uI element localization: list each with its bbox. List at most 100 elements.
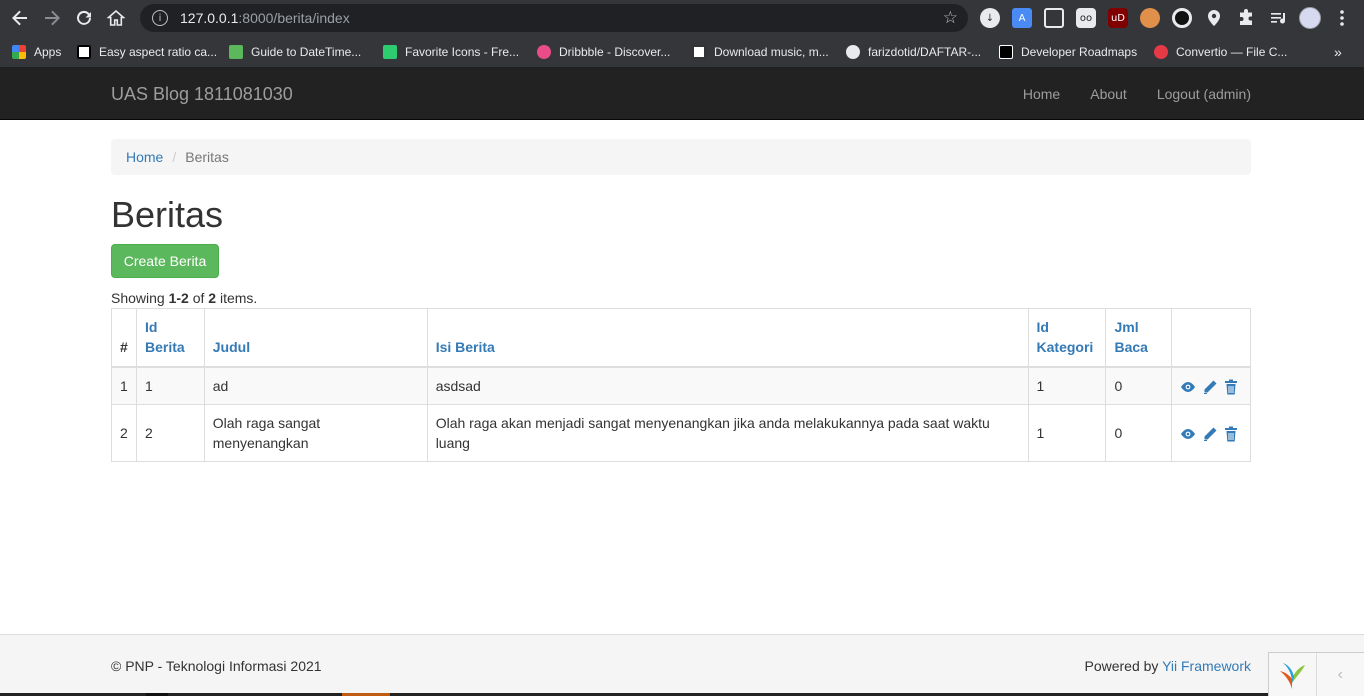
bookmark-datetime[interactable]: Guide to DateTime... xyxy=(229,44,383,59)
bookmark-convertio[interactable]: Convertio — File C... xyxy=(1154,44,1324,59)
cell-id-berita: 1 xyxy=(135,366,205,405)
address-bar[interactable]: i 127.0.0.1:8000/berita/index ☆ xyxy=(140,4,968,32)
roadmap-icon xyxy=(999,44,1013,59)
header-text: Baca xyxy=(1114,339,1148,356)
cell-id-kategori: 1 xyxy=(1027,403,1107,462)
ublock-extension-icon[interactable]: uD xyxy=(1108,8,1128,28)
bookmark-label: Apps xyxy=(34,44,62,59)
circle-extension-icon[interactable] xyxy=(1172,8,1192,28)
bookmark-label: Developer Roadmaps xyxy=(1021,44,1138,59)
url-path: :8000/berita/index xyxy=(238,10,350,26)
media-queue-icon[interactable] xyxy=(1268,8,1288,28)
bookmarks-bar: Apps Easy aspect ratio ca... Guide to Da… xyxy=(0,36,1364,68)
bookmark-label: farizdotid/DAFTAR-... xyxy=(868,44,982,59)
bookmark-label: Dribbble - Discover... xyxy=(559,44,671,59)
table-row: 2 2 Olah raga sangat menyenangkan Olah r… xyxy=(111,403,1251,462)
page-footer: © PNP - Teknologi Informasi 2021 Powered… xyxy=(0,634,1364,696)
site-brand[interactable]: UAS Blog 1811081030 xyxy=(111,84,293,105)
bookmark-aspect-ratio[interactable]: Easy aspect ratio ca... xyxy=(77,44,229,59)
bookmark-label: Favorite Icons - Fre... xyxy=(405,44,520,59)
view-eye-icon[interactable] xyxy=(1180,426,1198,442)
apps-grid-icon xyxy=(12,44,26,59)
col-judul-header[interactable]: Judul xyxy=(203,308,428,368)
bookmark-favorite-icons[interactable]: Favorite Icons - Fre... xyxy=(383,44,537,59)
delete-trash-icon[interactable] xyxy=(1224,379,1242,395)
col-number-header: # xyxy=(111,308,137,368)
summary-mid: of xyxy=(188,290,209,306)
back-icon[interactable] xyxy=(6,4,34,32)
nav-logout-link[interactable]: Logout (admin) xyxy=(1157,86,1251,102)
bookmark-star-icon[interactable]: ☆ xyxy=(943,8,958,28)
bookmark-download-music[interactable]: Download music, m... xyxy=(692,44,846,59)
favicon-icon xyxy=(383,44,397,59)
nav-home-link[interactable]: Home xyxy=(1023,86,1060,102)
cell-id-berita: 2 xyxy=(135,403,205,462)
table-header-row: # Id Berita Judul Isi Berita Id Kategori J… xyxy=(111,308,1251,368)
create-berita-button[interactable]: Create Berita xyxy=(111,244,219,278)
bookmark-roadmaps[interactable]: Developer Roadmaps xyxy=(999,44,1154,59)
summary-total: 2 xyxy=(208,290,217,306)
header-text: Jml xyxy=(1114,319,1139,336)
sort-isi-berita-link[interactable]: Isi Berita xyxy=(436,339,495,355)
url-host: 127.0.0.1 xyxy=(180,10,239,26)
bookmarks-overflow-icon[interactable]: » xyxy=(1334,44,1342,60)
breadcrumb-current: Beritas xyxy=(185,149,229,165)
chevron-left-icon[interactable]: ‹ xyxy=(1317,653,1364,696)
sort-id-berita-link[interactable]: Id Berita xyxy=(145,319,185,355)
yii-debug-toolbar: ‹ xyxy=(1268,652,1364,696)
cell-number: 2 xyxy=(111,403,137,462)
forward-icon[interactable] xyxy=(38,4,66,32)
cell-judul: ad xyxy=(203,366,428,405)
reload-icon[interactable] xyxy=(70,4,98,32)
yii-framework-link[interactable]: Yii Framework xyxy=(1162,658,1251,674)
cell-actions xyxy=(1171,403,1251,462)
page-title: Beritas xyxy=(111,194,224,235)
sort-id-kategori-link[interactable]: Id Kategori xyxy=(1037,319,1094,355)
convertio-icon xyxy=(1154,44,1168,59)
cell-jml-baca: 0 xyxy=(1105,366,1173,405)
bookmark-dribbble[interactable]: Dribbble - Discover... xyxy=(537,44,692,59)
monitor-icon xyxy=(692,44,706,59)
header-text: Kategori xyxy=(1036,339,1094,356)
cookie-extension-icon[interactable] xyxy=(1140,8,1160,28)
translate-extension-icon[interactable]: A xyxy=(1012,8,1032,28)
delete-trash-icon[interactable] xyxy=(1224,426,1242,442)
bookmark-label: Convertio — File C... xyxy=(1176,44,1288,59)
edit-pencil-icon[interactable] xyxy=(1202,426,1220,442)
breadcrumb: Home / Beritas xyxy=(111,139,1251,175)
cell-id-kategori: 1 xyxy=(1027,366,1107,405)
sort-jml-baca-link[interactable]: Jml Baca xyxy=(1114,319,1147,355)
col-id-kategori-header[interactable]: Id Kategori xyxy=(1027,308,1107,368)
profile-avatar[interactable] xyxy=(1299,7,1321,29)
bookmark-apps[interactable]: Apps xyxy=(12,44,77,59)
col-jml-baca-header[interactable]: Jml Baca xyxy=(1105,308,1173,368)
edit-pencil-icon[interactable] xyxy=(1202,379,1220,395)
nav-about-link[interactable]: About xyxy=(1090,86,1127,102)
breadcrumb-home-link[interactable]: Home xyxy=(126,149,163,165)
dribbble-icon xyxy=(537,44,551,59)
yii-logo-icon[interactable] xyxy=(1269,653,1317,696)
cell-jml-baca: 0 xyxy=(1105,403,1173,462)
glasses-extension-icon[interactable]: oo xyxy=(1076,8,1096,28)
sort-judul-link[interactable]: Judul xyxy=(213,339,250,355)
home-icon[interactable] xyxy=(102,4,130,32)
table-row: 1 1 ad asdsad 1 0 xyxy=(111,366,1251,405)
window-extension-icon[interactable] xyxy=(1044,8,1064,28)
header-text: Id xyxy=(144,319,158,336)
chrome-menu-icon[interactable] xyxy=(1332,8,1352,28)
puzzle-extensions-icon[interactable] xyxy=(1236,8,1256,28)
view-eye-icon[interactable] xyxy=(1180,379,1198,395)
col-isi-berita-header[interactable]: Isi Berita xyxy=(426,308,1029,368)
bookmark-label: Download music, m... xyxy=(714,44,829,59)
bookmark-label: Easy aspect ratio ca... xyxy=(99,44,218,59)
bookmark-label: Guide to DateTime... xyxy=(251,44,362,59)
location-extension-icon[interactable] xyxy=(1204,8,1224,28)
github-icon xyxy=(846,44,860,59)
bookmark-github[interactable]: farizdotid/DAFTAR-... xyxy=(846,44,999,59)
powered-prefix: Powered by xyxy=(1084,658,1163,674)
download-extension-icon[interactable]: ↓ xyxy=(980,8,1000,28)
col-id-berita-header[interactable]: Id Berita xyxy=(135,308,205,368)
site-navbar: UAS Blog 1811081030 Home About Logout (a… xyxy=(0,68,1364,120)
cell-actions xyxy=(1171,366,1251,405)
site-info-icon[interactable]: i xyxy=(152,10,168,26)
